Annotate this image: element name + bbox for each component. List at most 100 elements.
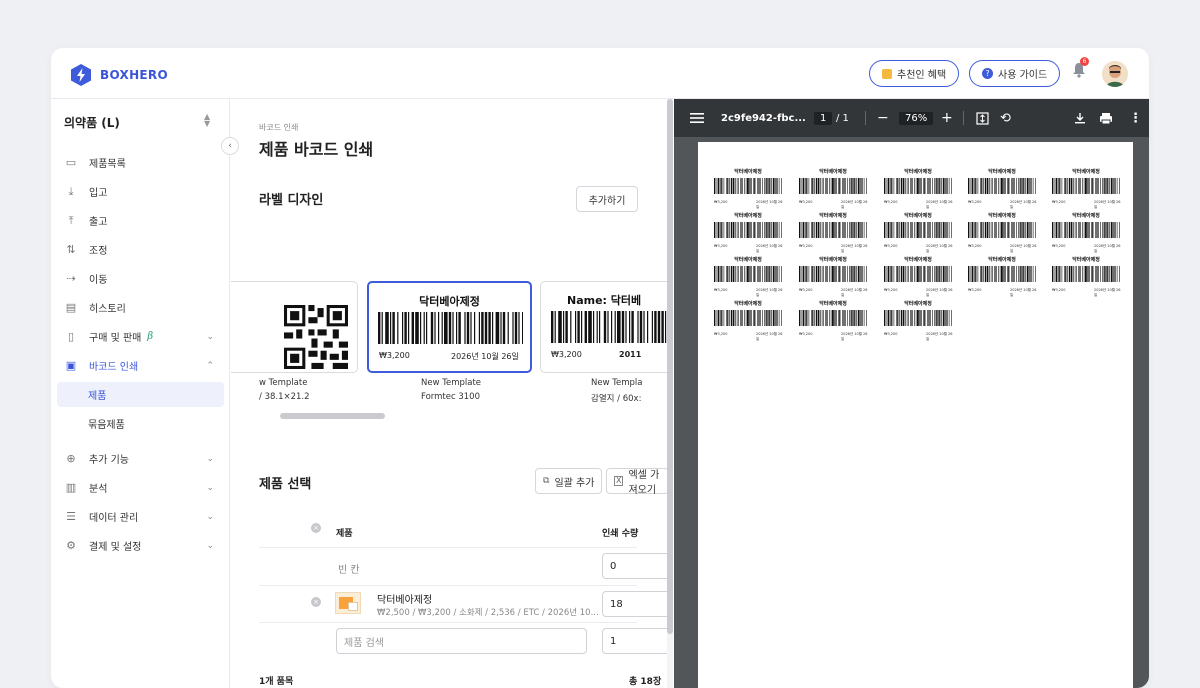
barcode-bar [856, 178, 857, 194]
barcode-bar [912, 310, 913, 326]
copy-icon: ⧉ [543, 476, 549, 486]
barcode-bar [751, 178, 752, 194]
barcode-bar [941, 178, 942, 194]
barcode-bar [825, 266, 826, 282]
workspace-switch-icon[interactable]: ▲▼ [204, 113, 210, 127]
label-card-name[interactable]: Name: 닥터베 ₩3,200 2011 [540, 281, 669, 373]
notification-badge: 6 [1080, 57, 1089, 66]
menu-icon[interactable] [690, 99, 704, 137]
barcode-bar [1067, 266, 1068, 282]
chevron-up-icon: ⌃ [206, 361, 214, 371]
sidebar-item-move[interactable]: ⇢ 이동 [57, 266, 224, 291]
barcode-bar [1107, 266, 1108, 282]
zoom-in-icon[interactable]: + [941, 99, 953, 137]
barcode-bar [1085, 222, 1087, 238]
barcode-bar [737, 222, 738, 238]
fit-page-icon[interactable] [976, 99, 989, 137]
rotate-icon[interactable]: ⟲ [1000, 99, 1011, 137]
barcode-bar [1104, 266, 1105, 282]
label-card-selected[interactable]: 닥터베아제정 ₩3,200 2026년 10월 26일 [367, 281, 532, 373]
sidebar-item-stock-out[interactable]: ⤒ 출고 [57, 208, 224, 233]
barcode-bar [801, 310, 802, 326]
pdf-label-date: 2026년 10월 26일 [1094, 288, 1122, 298]
barcode-bar [1084, 178, 1085, 194]
barcode-bar [937, 222, 938, 238]
quantity-input[interactable]: 18 [602, 591, 669, 617]
barcode-bar [758, 222, 759, 238]
avatar[interactable] [1102, 61, 1128, 87]
barcode-bar [831, 266, 832, 282]
label-product-name: 닥터베아제정 [369, 293, 530, 309]
sidebar-item-billing-settings[interactable]: ⚙ 결제 및 설정 ⌄ [57, 533, 224, 558]
remove-all-icon[interactable]: × [311, 523, 321, 533]
barcode-bar [1030, 222, 1031, 238]
pdf-label-price: ₩3,200 [799, 244, 812, 248]
barcode-bar [746, 222, 747, 238]
barcode-bar [1058, 222, 1059, 238]
zoom-out-icon[interactable]: − [877, 99, 889, 137]
label-carousel-scrollbar[interactable] [280, 413, 385, 419]
barcode-bar [943, 310, 945, 326]
sidebar-subitem-bundles[interactable]: 묶음제품 [57, 411, 224, 436]
quantity-input[interactable]: 0 [602, 553, 669, 579]
barcode-bar [404, 312, 406, 344]
pdf-label: 닥터베아제정₩3,2002026년 10월 26일 [712, 256, 784, 296]
barcode-bar [775, 310, 776, 326]
barcode-bar [1102, 222, 1103, 238]
sidebar-item-barcode-print[interactable]: ▣ 바코드 인쇄 ⌃ [57, 353, 224, 378]
more-options-icon[interactable]: ⋮ [1129, 99, 1142, 137]
sidebar-item-label: 결제 및 설정 [89, 538, 141, 553]
zoom-input[interactable]: 76% [899, 99, 933, 137]
barcode-bar [851, 178, 852, 194]
excel-import-button[interactable]: X 엑셀 가져오기 [606, 468, 669, 494]
download-icon[interactable] [1074, 99, 1086, 137]
referral-button[interactable]: 추천인 혜택 [869, 60, 959, 87]
sidebar-item-purchase-sales[interactable]: ▯ 구매 및 판매 β ⌄ [57, 324, 224, 349]
sidebar-item-extensions[interactable]: ⊕ 추가 기능 ⌄ [57, 446, 224, 471]
sidebar-item-analytics[interactable]: ▥ 분석 ⌄ [57, 475, 224, 500]
label-card-caption: Formtec 3100 [421, 392, 480, 402]
barcode-bar [939, 178, 940, 194]
barcode-bar [847, 310, 848, 326]
sidebar-item-stock-in[interactable]: ⤓ 입고 [57, 179, 224, 204]
breadcrumb[interactable]: 바코드 인쇄 [259, 122, 298, 133]
add-label-button[interactable]: 추가하기 [576, 186, 638, 212]
sidebar-item-adjust[interactable]: ⇅ 조정 [57, 237, 224, 262]
remove-row-icon[interactable]: × [311, 597, 321, 607]
print-icon[interactable] [1099, 99, 1113, 137]
barcode-bar [854, 178, 855, 194]
notification-button[interactable]: 6 [1072, 62, 1086, 82]
barcode-bar [558, 311, 562, 343]
barcode-bar [767, 178, 768, 194]
barcode-bar [839, 222, 840, 238]
sidebar-item-label: 바코드 인쇄 [89, 358, 138, 373]
barcode-bar [1111, 178, 1113, 194]
main-scroll-thumb[interactable] [667, 99, 673, 634]
barcode-bar [1105, 178, 1106, 194]
barcode-bar [930, 310, 931, 326]
label-card-qr[interactable] [231, 281, 358, 373]
bulk-add-button[interactable]: ⧉ 일괄 추가 [535, 468, 602, 494]
barcode-bar [834, 310, 835, 326]
pdf-page-input[interactable]: 1 [814, 99, 832, 137]
quantity-input[interactable]: 1 [602, 628, 669, 654]
logo[interactable]: BOXHERO [70, 63, 168, 87]
sidebar-item-data-management[interactable]: ☰ 데이터 관리 ⌄ [57, 504, 224, 529]
pdf-label-name: 닥터베아제정 [882, 256, 954, 263]
sidebar-item-history[interactable]: ▤ 히스토리 [57, 295, 224, 320]
label-card-caption: / 38.1×21.2 [259, 392, 310, 402]
barcode-bar [737, 178, 738, 194]
pdf-label-barcode [884, 266, 952, 282]
product-search-input[interactable]: 제품 검색 [336, 628, 587, 654]
barcode-bar [746, 178, 747, 194]
barcode-bar [901, 310, 902, 326]
barcode-bar [779, 266, 780, 282]
barcode-bar [721, 178, 722, 194]
barcode-bar [847, 222, 848, 238]
barcode-bar [972, 266, 974, 282]
barcode-bar [753, 178, 754, 194]
sidebar-item-products[interactable]: ▭ 제품목록 [57, 150, 224, 175]
sidebar-subitem-products[interactable]: 제품 [57, 382, 224, 407]
guide-button[interactable]: ? 사용 가이드 [969, 60, 1060, 87]
barcode-bar [849, 222, 850, 238]
